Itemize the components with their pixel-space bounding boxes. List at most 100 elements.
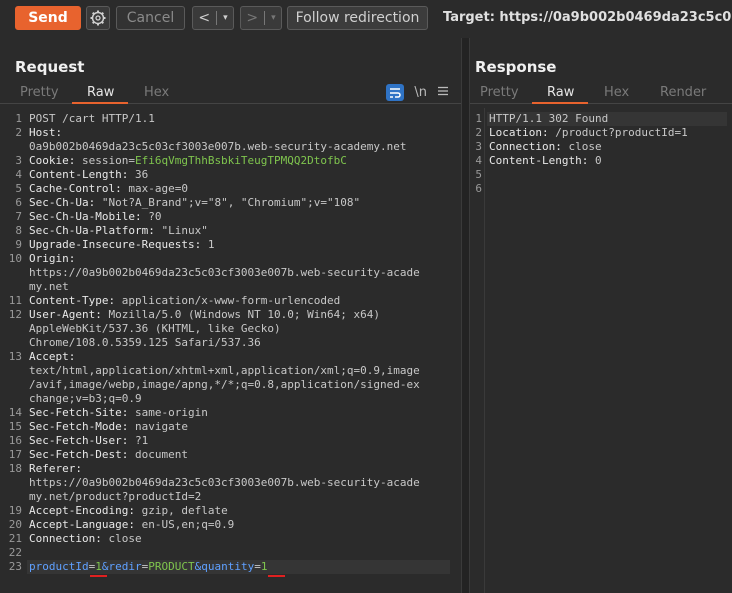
code-line[interactable]: Sec-Fetch-Site: same-origin [29, 406, 208, 420]
code-line[interactable]: change;v=b3;q=0.9 [29, 392, 142, 406]
header-name: Connection: [489, 140, 569, 153]
cancel-button[interactable]: Cancel [116, 6, 185, 30]
line-number: 21 [8, 532, 22, 545]
header-value: navigate [134, 420, 188, 433]
line-number: 11 [8, 294, 22, 307]
code-line[interactable]: Sec-Fetch-User: ?1 [29, 434, 148, 448]
code-line[interactable]: 0a9b002b0469da23c5c03cf3003e007b.web-sec… [29, 140, 407, 154]
code-line[interactable]: Content-Type: application/x-www-form-url… [29, 294, 340, 308]
line-number: 22 [8, 546, 22, 559]
code-line[interactable]: Cookie: session=Efi6qVmgThhBsbkiTeugTPMQ… [29, 154, 347, 168]
chevron-down-icon[interactable]: ▾ [271, 13, 276, 23]
header-name: Content-Length: [489, 154, 595, 167]
param-value: 1 [95, 560, 102, 573]
line-number: 3 [475, 140, 482, 153]
code-line[interactable]: Accept-Encoding: gzip, deflate [29, 504, 228, 518]
code-line[interactable]: Content-Length: 36 [29, 168, 148, 182]
header-name: Accept: [29, 350, 76, 363]
wrap-lines-icon[interactable] [386, 84, 405, 101]
back-button[interactable]: < ▾ [192, 6, 234, 30]
code-line[interactable]: Sec-Ch-Ua-Mobile: ?0 [29, 210, 161, 224]
code-line[interactable]: productId=1&redir=PRODUCT&quantity=1 [29, 560, 267, 574]
header-value: https://0a9b002b0469da23c5c03cf3003e007b… [29, 266, 420, 279]
code-line[interactable]: Upgrade-Insecure-Requests: 1 [29, 238, 214, 252]
code-line[interactable]: Accept-Language: en-US,en;q=0.9 [29, 518, 234, 532]
header-name: Location: [489, 126, 556, 139]
header-value: my.net [29, 280, 69, 293]
code-line[interactable]: Cache-Control: max-age=0 [29, 182, 188, 196]
header-value: https://0a9b002b0469da23c5c03cf3003e007b… [29, 476, 420, 489]
header-value: /avif,image/webp,image/apng,*/*;q=0.8,ap… [29, 378, 420, 391]
header-value: Chrome/108.0.5359.125 Safari/537.36 [29, 336, 261, 349]
tab-hex[interactable]: Hex [144, 85, 169, 100]
follow-redirection-button[interactable]: Follow redirection [287, 6, 428, 30]
header-value: 1 [207, 238, 215, 251]
header-value: en-US,en;q=0.9 [141, 518, 235, 531]
tab-hex[interactable]: Hex [604, 85, 629, 100]
code-line[interactable]: Sec-Fetch-Mode: navigate [29, 420, 188, 434]
header-name: Sec-Fetch-User: [29, 434, 135, 447]
code-line[interactable]: AppleWebKit/537.36 (KHTML, like Gecko) [29, 322, 281, 336]
code-line[interactable]: Sec-Ch-Ua-Platform: "Linux" [29, 224, 208, 238]
code-line[interactable]: POST /cart HTTP/1.1 [29, 112, 155, 126]
code-line[interactable]: Host: [29, 126, 62, 140]
code-line[interactable]: Connection: close [29, 532, 142, 546]
param-name: productId [29, 560, 89, 573]
forward-button[interactable]: > ▾ [240, 6, 282, 30]
code-line[interactable]: Content-Length: 0 [489, 154, 602, 168]
header-value: = [254, 560, 261, 573]
request-editor[interactable]: 1 POST /cart HTTP/1.1 2 Host: 0a9b002b0469da… [0, 108, 461, 593]
header-name: Referer: [29, 462, 82, 475]
code-line[interactable]: /avif,image/webp,image/apng,*/*;q=0.8,ap… [29, 378, 420, 392]
newline-icon[interactable]: \n [414, 85, 427, 100]
code-line[interactable]: my.net/product?productId=2 [29, 490, 201, 504]
code-line[interactable]: https://0a9b002b0469da23c5c03cf3003e007b… [29, 476, 420, 490]
line-number: 13 [8, 350, 22, 363]
code-line[interactable]: text/html,application/xhtml+xml,applicat… [29, 364, 420, 378]
code-line[interactable]: Sec-Ch-Ua: "Not?A_Brand";v="8", "Chromiu… [29, 196, 360, 210]
code-line[interactable]: Origin: [29, 252, 75, 266]
header-name: Sec-Fetch-Dest: [29, 448, 135, 461]
header-name: Upgrade-Insecure-Requests: [29, 238, 208, 251]
tab-pretty[interactable]: Pretty [480, 85, 519, 100]
header-value: 0 [594, 154, 602, 167]
code-line[interactable]: https://0a9b002b0469da23c5c03cf3003e007b… [29, 266, 420, 280]
request-view-options: \n [386, 84, 449, 101]
code-line[interactable]: Referer: [29, 462, 82, 476]
tab-render[interactable]: Render [660, 85, 706, 100]
tab-raw[interactable]: Raw [87, 85, 114, 100]
header-name: User-Agent: [29, 308, 109, 321]
chevron-down-icon[interactable]: ▾ [223, 13, 228, 23]
header-value: 0a9b002b0469da23c5c03cf3003e007b.web-sec… [29, 140, 407, 153]
header-value: application/x-www-form-urlencoded [121, 294, 341, 307]
line-number: 23 [8, 560, 22, 573]
response-panel: Response Pretty Raw Hex Render 1 HTTP/1.1… [470, 38, 732, 593]
header-value: my.net/product?productId=2 [29, 490, 202, 503]
line-number: 7 [15, 210, 22, 223]
code-line[interactable]: Location: /product?productId=1 [489, 126, 688, 140]
header-value: ?1 [134, 434, 149, 447]
tab-pretty[interactable]: Pretty [20, 85, 59, 100]
line-number: 5 [15, 182, 22, 195]
header-value: "Not?A_Brand";v="8", "Chromium";v="108" [101, 196, 361, 209]
response-title: Response [475, 58, 557, 76]
header-name: Sec-Fetch-Mode: [29, 420, 135, 433]
line-number: 5 [475, 168, 482, 181]
param-name: &redir [101, 560, 142, 573]
code-line[interactable]: my.net [29, 280, 69, 294]
line-number: 18 [8, 462, 22, 475]
settings-button[interactable] [86, 6, 110, 30]
code-line[interactable]: Accept: [29, 350, 75, 364]
code-line[interactable]: Connection: close [489, 140, 602, 154]
response-editor[interactable]: 1 HTTP/1.1 302 Found 2 Location: /product?p… [470, 108, 732, 593]
code-line[interactable]: Chrome/108.0.5359.125 Safari/537.36 [29, 336, 261, 350]
code-line[interactable]: User-Agent: Mozilla/5.0 (Windows NT 10.0… [29, 308, 380, 322]
panel-splitter[interactable] [461, 38, 470, 593]
code-line[interactable]: HTTP/1.1 302 Found [489, 112, 608, 126]
line-number: 14 [8, 406, 22, 419]
code-line[interactable]: Sec-Fetch-Dest: document [29, 448, 188, 462]
tab-raw[interactable]: Raw [547, 85, 574, 100]
header-name: Cache-Control: [29, 182, 129, 195]
send-button[interactable]: Send [15, 6, 81, 30]
menu-icon[interactable] [437, 85, 449, 101]
